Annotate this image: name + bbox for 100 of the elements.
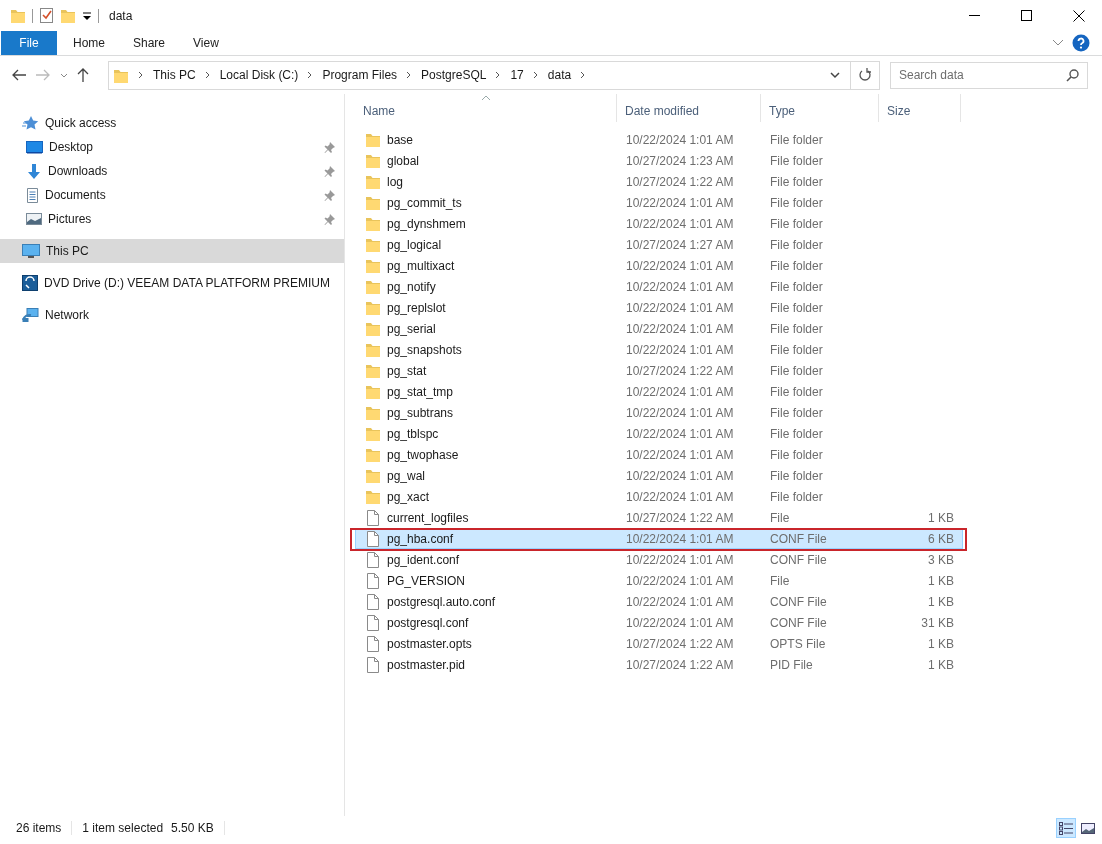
column-header[interactable]: Type [761, 94, 879, 122]
breadcrumb[interactable]: 17 [510, 68, 524, 82]
date-modified: 10/27/2024 1:22 AM [626, 657, 734, 672]
file-type: File folder [770, 153, 823, 168]
file-row[interactable]: pg_snapshots 10/22/2024 1:01 AM File folder [355, 339, 963, 360]
chevron-right-icon [532, 71, 539, 79]
date-modified: 10/22/2024 1:01 AM [626, 594, 734, 609]
file-icon [365, 572, 381, 589]
document-icon [26, 187, 39, 203]
file-type: File folder [770, 237, 823, 252]
selection-info: 1 item selected [82, 821, 164, 835]
date-modified: 10/22/2024 1:01 AM [626, 573, 734, 588]
sidebar-item[interactable]: Quick access [0, 111, 344, 135]
file-row[interactable]: pg_multixact 10/22/2024 1:01 AM File folder [355, 255, 963, 276]
breadcrumb[interactable]: PostgreSQL [421, 68, 487, 82]
column-header[interactable]: Size [879, 94, 961, 122]
pin-icon[interactable] [324, 141, 336, 153]
file-name: pg_stat [387, 363, 427, 378]
checklist-icon[interactable] [39, 7, 54, 24]
file-row[interactable]: pg_xact 10/22/2024 1:01 AM File folder [355, 486, 963, 507]
file-row[interactable]: log 10/27/2024 1:22 AM File folder [355, 171, 963, 192]
address-bar[interactable]: This PC Local Disk (C:) Program Files PostgreSQL 17 data [108, 60, 880, 90]
file-name: pg_replslot [387, 300, 446, 315]
chevron-right-icon [406, 71, 413, 79]
pin-icon[interactable] [324, 165, 336, 177]
ribbon-tab[interactable]: View [179, 31, 233, 55]
date-modified: 10/22/2024 1:01 AM [626, 321, 734, 336]
file-row[interactable]: pg_stat 10/27/2024 1:22 AM File folder [355, 360, 963, 381]
file-type: File folder [770, 405, 823, 420]
file-type: File folder [770, 342, 823, 357]
file-name: pg_twophase [387, 447, 459, 462]
file-row[interactable]: pg_subtrans 10/22/2024 1:01 AM File folder [355, 402, 963, 423]
file-row[interactable]: PG_VERSION 10/22/2024 1:01 AM File 1 KB [355, 570, 963, 591]
up-arrow-icon[interactable] [77, 67, 89, 83]
monitor-icon [26, 140, 43, 154]
file-row[interactable]: pg_logical 10/27/2024 1:27 AM File folder [355, 234, 963, 255]
file-row[interactable]: pg_tblspc 10/22/2024 1:01 AM File folder [355, 423, 963, 444]
sidebar-item[interactable]: Network [0, 303, 344, 327]
file-row[interactable]: postgresql.auto.conf 10/22/2024 1:01 AM CONF File 1 KB [355, 591, 963, 612]
sidebar-item[interactable]: This PC [0, 239, 344, 263]
column-header[interactable]: Date modified [617, 94, 761, 122]
date-modified: 10/22/2024 1:01 AM [626, 552, 734, 567]
file-row[interactable]: current_logfiles 10/27/2024 1:22 AM File 1 KB [355, 507, 963, 528]
computer-icon [22, 244, 40, 258]
file-name: global [387, 153, 420, 168]
breadcrumb[interactable]: This PC [153, 68, 196, 82]
folder-icon [365, 194, 381, 211]
refresh-icon[interactable] [858, 68, 872, 82]
file-row[interactable]: postmaster.pid 10/27/2024 1:22 AM PID File 1 KB [355, 654, 963, 675]
file-row[interactable]: postmaster.opts 10/27/2024 1:22 AM OPTS File 1 KB [355, 633, 963, 654]
column-header[interactable]: Name [355, 94, 617, 122]
file-name: pg_wal [387, 468, 426, 483]
breadcrumb[interactable]: Local Disk (C:) [219, 68, 299, 82]
folder-icon [365, 278, 381, 295]
file-row[interactable]: pg_notify 10/22/2024 1:01 AM File folder [355, 276, 963, 297]
file-row[interactable]: pg_commit_ts 10/22/2024 1:01 AM File folder [355, 192, 963, 213]
pin-icon[interactable] [324, 213, 336, 225]
large-icons-view-icon [1081, 821, 1095, 835]
dropdown-icon[interactable] [82, 10, 92, 21]
file-row[interactable]: pg_serial 10/22/2024 1:01 AM File folder [355, 318, 963, 339]
file-row[interactable]: postgresql.conf 10/22/2024 1:01 AM CONF File 31 KB [355, 612, 963, 633]
ribbon-tab[interactable]: Home [59, 31, 119, 55]
pin-icon[interactable] [324, 189, 336, 201]
sidebar-item[interactable]: Desktop [0, 135, 344, 159]
file-type: File folder [770, 468, 823, 483]
sidebar-item[interactable]: Documents [0, 183, 344, 207]
sidebar-item[interactable]: DVD Drive (D:) VEEAM DATA PLATFORM PREMIUM [0, 271, 344, 295]
file-row[interactable]: base 10/22/2024 1:01 AM File folder [355, 129, 963, 150]
file-size: 1 KB [928, 636, 954, 651]
file-type: CONF File [770, 531, 827, 546]
sidebar-item[interactable]: Pictures [0, 207, 344, 231]
file-name: pg_dynshmem [387, 216, 466, 231]
date-modified: 10/22/2024 1:01 AM [626, 615, 734, 630]
breadcrumb[interactable]: Program Files [322, 68, 398, 82]
ribbon-tab[interactable]: Share [119, 31, 180, 55]
folder-icon [365, 488, 381, 505]
help-icon[interactable] [1072, 34, 1090, 52]
file-row[interactable]: pg_twophase 10/22/2024 1:01 AM File folder [355, 444, 963, 465]
back-arrow-icon[interactable] [12, 69, 27, 81]
breadcrumb[interactable]: data [547, 68, 572, 82]
file-type: PID File [770, 657, 813, 672]
chevron-right-icon [138, 71, 144, 79]
file-type: File folder [770, 174, 823, 189]
search-field[interactable]: Search data [890, 61, 1088, 89]
details-view-button[interactable] [1056, 818, 1076, 838]
file-row[interactable]: global 10/27/2024 1:23 AM File folder [355, 150, 963, 171]
chevron-down-icon[interactable] [830, 71, 840, 79]
file-menu-button[interactable]: File [1, 31, 57, 55]
file-type: File folder [770, 489, 823, 504]
file-row[interactable]: pg_stat_tmp 10/22/2024 1:01 AM File folder [355, 381, 963, 402]
file-row[interactable]: pg_dynshmem 10/22/2024 1:01 AM File folder [355, 213, 963, 234]
file-row[interactable]: pg_ident.conf 10/22/2024 1:01 AM CONF File 3 KB [355, 549, 963, 570]
file-row[interactable]: pg_replslot 10/22/2024 1:01 AM File folder [355, 297, 963, 318]
search-icon[interactable] [1066, 68, 1079, 82]
date-modified: 10/22/2024 1:01 AM [626, 468, 734, 483]
sidebar-item[interactable]: Downloads [0, 159, 344, 183]
network-icon [22, 307, 39, 323]
chevron-right-icon [307, 71, 314, 79]
file-row[interactable]: pg_wal 10/22/2024 1:01 AM File folder [355, 465, 963, 486]
close-icon [1073, 9, 1085, 22]
